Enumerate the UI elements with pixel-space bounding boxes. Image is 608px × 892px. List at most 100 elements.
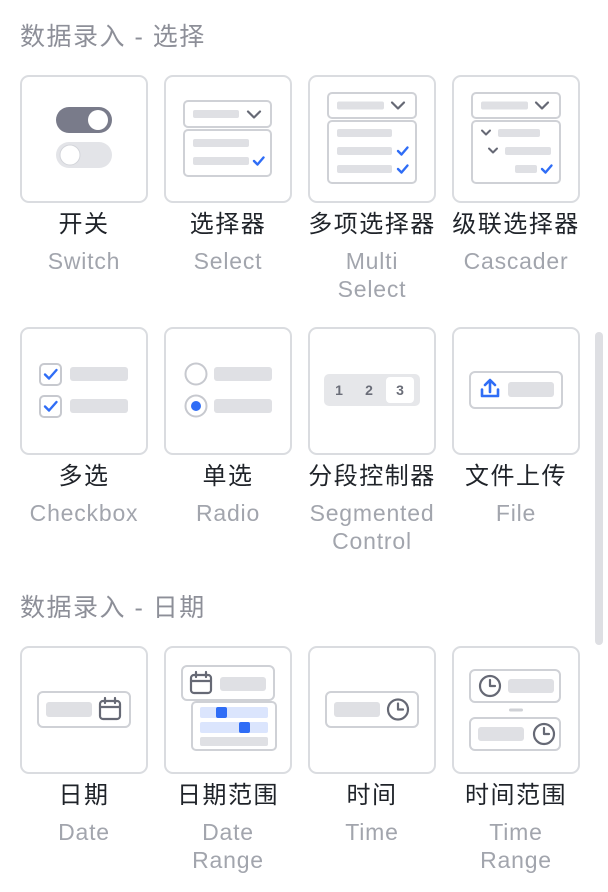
section-data-entry-date: 数据录入 - 日期 日期 Date 日期范围 Date Range 时间 Tim… (20, 592, 580, 874)
component-sublabel: Checkbox (29, 500, 139, 526)
component-item-radio[interactable]: 单选 Radio (164, 327, 292, 555)
component-label: 分段控制器 (308, 463, 436, 490)
placeholder-bar (214, 367, 272, 381)
segment-1: 1 (335, 382, 343, 398)
checkbox-checked-icon (39, 363, 62, 386)
component-item-segmented-control[interactable]: 1 2 3 分段控制器 Segmented Control (308, 327, 436, 555)
checkbox-illustration (39, 363, 128, 418)
placeholder-bar (508, 679, 554, 693)
range-end-day (239, 722, 250, 733)
checkbox-checked-icon (39, 395, 62, 418)
time-range-card[interactable] (452, 646, 580, 774)
placeholder-bar (337, 101, 384, 110)
component-picker-panel: 数据录入 - 选择 开关 Switch 选择器 Select 多项选择器 Mul… (0, 0, 608, 892)
segmented-control-illustration: 1 2 3 (324, 374, 420, 406)
select-illustration (183, 100, 272, 177)
radio-unselected-icon (184, 362, 208, 386)
toggle-on-icon (56, 107, 112, 133)
switch-illustration (56, 107, 112, 168)
toggle-off-icon (56, 142, 112, 168)
radio-selected-icon (184, 394, 208, 418)
calendar-row (200, 737, 268, 746)
segment-2: 2 (365, 382, 373, 398)
component-item-file[interactable]: 文件上传 File (452, 327, 580, 555)
section-title: 数据录入 - 选择 (20, 23, 206, 51)
multi-select-card[interactable] (308, 75, 436, 203)
placeholder-bar (214, 399, 272, 413)
component-label: 日期范围 (177, 782, 279, 809)
placeholder-bar (334, 702, 380, 717)
option-bar (193, 157, 249, 165)
component-item-select[interactable]: 选择器 Select (164, 75, 292, 303)
cascader-card[interactable] (452, 75, 580, 203)
option-bar (498, 129, 540, 137)
radio-card[interactable] (164, 327, 292, 455)
scrollbar-thumb[interactable] (595, 332, 603, 645)
option-bar (193, 139, 249, 147)
component-grid: 日期 Date 日期范围 Date Range 时间 Time 时间范围 Tim… (20, 646, 580, 874)
component-label: 多项选择器 (308, 211, 436, 238)
option-bar (337, 147, 392, 155)
placeholder-bar (70, 399, 128, 413)
component-sublabel: Radio (195, 500, 261, 526)
component-item-date[interactable]: 日期 Date (20, 646, 148, 874)
component-sublabel: Multi Select (337, 248, 407, 302)
cascader-illustration (471, 92, 561, 184)
component-item-time-range[interactable]: 时间范围 Time Range (452, 646, 580, 874)
component-label: 时间 (346, 782, 398, 809)
component-sublabel: Cascader (463, 248, 569, 274)
component-label: 级联选择器 (452, 211, 580, 238)
checkbox-card[interactable] (20, 327, 148, 455)
component-sublabel: Segmented Control (309, 500, 435, 554)
component-label: 选择器 (189, 211, 267, 238)
option-bar (337, 129, 392, 137)
option-bar (337, 165, 392, 173)
placeholder-bar (70, 367, 128, 381)
range-start-day (216, 707, 227, 718)
file-upload-illustration (469, 371, 563, 409)
time-card[interactable] (308, 646, 436, 774)
select-card[interactable] (164, 75, 292, 203)
component-item-cascader[interactable]: 级联选择器 Cascader (452, 75, 580, 303)
dropdown-panel (183, 129, 272, 177)
segment-3: 3 (386, 377, 414, 403)
time-illustration (325, 691, 419, 728)
component-grid: 开关 Switch 选择器 Select 多项选择器 Multi Select … (20, 75, 580, 555)
multi-select-illustration (327, 92, 417, 184)
option-bar (515, 165, 537, 173)
component-item-switch[interactable]: 开关 Switch (20, 75, 148, 303)
component-item-multi-select[interactable]: 多项选择器 Multi Select (308, 75, 436, 303)
switch-card[interactable] (20, 75, 148, 203)
component-label: 时间范围 (465, 782, 567, 809)
component-label: 日期 (58, 782, 110, 809)
placeholder-bar (508, 382, 554, 397)
component-item-time[interactable]: 时间 Time (308, 646, 436, 874)
placeholder-bar (193, 110, 239, 118)
component-sublabel: Switch (47, 248, 121, 274)
radio-illustration (184, 362, 272, 418)
segment-label: 3 (396, 382, 404, 398)
section-title: 数据录入 - 日期 (20, 594, 206, 622)
segment-label: 1 (335, 382, 343, 398)
component-label: 开关 (58, 211, 110, 238)
time-range-illustration (469, 669, 561, 751)
section-data-entry-selection: 数据录入 - 选择 开关 Switch 选择器 Select 多项选择器 Mul… (20, 21, 580, 555)
range-separator (509, 708, 523, 712)
component-item-checkbox[interactable]: 多选 Checkbox (20, 327, 148, 555)
range-row (200, 707, 268, 718)
file-card[interactable] (452, 327, 580, 455)
component-item-date-range[interactable]: 日期范围 Date Range (164, 646, 292, 874)
placeholder-bar (478, 727, 524, 741)
component-sublabel: Time (345, 819, 399, 845)
date-illustration (37, 691, 131, 728)
placeholder-bar (481, 101, 528, 110)
component-sublabel: Time Range (480, 819, 552, 873)
date-card[interactable] (20, 646, 148, 774)
option-bar (505, 147, 551, 155)
component-sublabel: Date (58, 819, 110, 845)
component-sublabel: Date Range (192, 819, 264, 873)
date-range-card[interactable] (164, 646, 292, 774)
segmented-control-card[interactable]: 1 2 3 (308, 327, 436, 455)
component-sublabel: Select (193, 248, 263, 274)
range-row (200, 722, 268, 733)
